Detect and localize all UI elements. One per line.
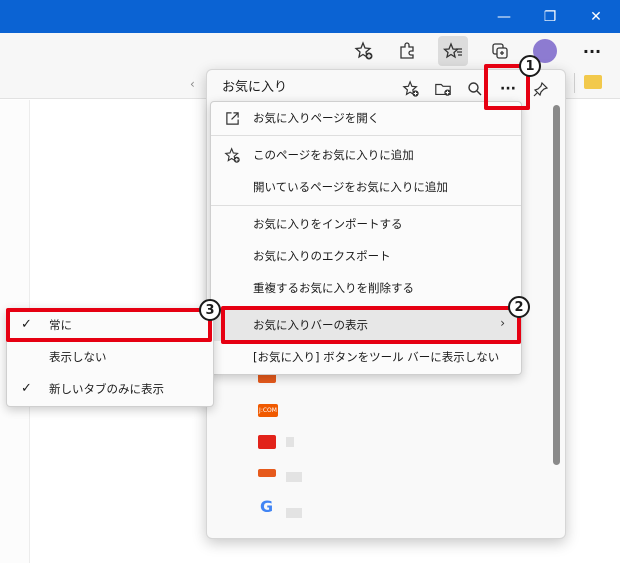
collections-icon [492, 43, 508, 59]
folder-add-icon [435, 83, 451, 96]
collections-button[interactable] [485, 36, 515, 66]
favorite-entry-label: J:COM [259, 407, 277, 414]
puzzle-icon [400, 42, 414, 59]
open-external-icon [223, 109, 241, 127]
add-favorite-button[interactable] [398, 76, 424, 102]
menu-item-label: お気に入りのエクスポート [253, 249, 391, 263]
maximize-button[interactable]: ❐ [527, 0, 573, 33]
menu-hide-favorites-button[interactable]: [お気に入り] ボタンをツール バーに表示しない [211, 341, 521, 373]
submenu-never[interactable]: 表示しない [7, 341, 213, 373]
minimize-button[interactable]: — [481, 0, 527, 33]
menu-item-label: このページをお気に入りに追加 [253, 148, 414, 162]
menu-item-label: お気に入りページを開く [253, 111, 380, 125]
menu-item-label: 重複するお気に入りを削除する [253, 281, 414, 295]
favorite-entry-icon[interactable] [258, 435, 276, 449]
search-icon [468, 82, 482, 96]
add-to-favorites-button[interactable] [349, 36, 379, 66]
callout-badge-3: 3 [199, 299, 221, 321]
checkmark-icon: ✓ [21, 381, 32, 396]
extensions-button[interactable] [392, 36, 422, 66]
menu-import-favorites[interactable]: お気に入りをインポートする [211, 208, 521, 240]
callout-highlight-favorites-bar-item [221, 306, 521, 344]
submenu-new-tab-only[interactable]: ✓ 新しいタブのみに表示 [7, 373, 213, 405]
favorites-scrollbar[interactable] [553, 105, 560, 465]
menu-open-favorites-page[interactable]: お気に入りページを開く [211, 102, 521, 134]
menu-add-open-pages[interactable]: 開いているページをお気に入りに追加 [211, 171, 521, 203]
submenu-item-label: 表示しない [49, 350, 107, 364]
google-favicon[interactable]: G [260, 497, 273, 516]
menu-item-label: お気に入りをインポートする [253, 217, 403, 231]
favbar-left-chevron-icon[interactable]: ‹ [190, 77, 195, 91]
favorites-icon [443, 42, 462, 59]
star-add-icon [402, 80, 419, 97]
favorite-entry-jcom[interactable]: J:COM [258, 404, 278, 417]
star-add-icon [354, 41, 373, 60]
menu-divider [211, 135, 521, 136]
pin-pane-button[interactable] [528, 76, 554, 102]
menu-add-this-page[interactable]: このページをお気に入りに追加 [211, 139, 521, 171]
favorite-entry-icon[interactable] [258, 469, 276, 477]
menu-remove-duplicates[interactable]: 重複するお気に入りを削除する [211, 272, 521, 304]
menu-export-favorites[interactable]: お気に入りのエクスポート [211, 240, 521, 272]
callout-badge-2: 2 [508, 296, 530, 318]
settings-more-button[interactable]: ··· [577, 36, 607, 66]
callout-badge-1: 1 [519, 55, 541, 77]
star-add-icon [223, 146, 241, 164]
submenu-item-label: 新しいタブのみに表示 [49, 382, 164, 396]
callout-highlight-always-item [6, 308, 212, 342]
favorites-button[interactable] [438, 36, 468, 66]
menu-divider [211, 205, 521, 206]
favorites-pane-title: お気に入り [222, 80, 288, 95]
add-folder-button[interactable] [430, 76, 456, 102]
menu-item-label: 開いているページをお気に入りに追加 [253, 180, 448, 194]
folder-icon[interactable] [584, 75, 602, 89]
favbar-divider [574, 73, 575, 93]
menu-item-label: [お気に入り] ボタンをツール バーに表示しない [253, 350, 500, 364]
favorite-entry-blurred-text [286, 437, 294, 447]
pin-icon [533, 81, 549, 97]
close-button[interactable]: ✕ [573, 0, 619, 33]
favorite-entry-blurred-text [286, 472, 302, 482]
favorite-entry-blurred-text [286, 508, 302, 518]
